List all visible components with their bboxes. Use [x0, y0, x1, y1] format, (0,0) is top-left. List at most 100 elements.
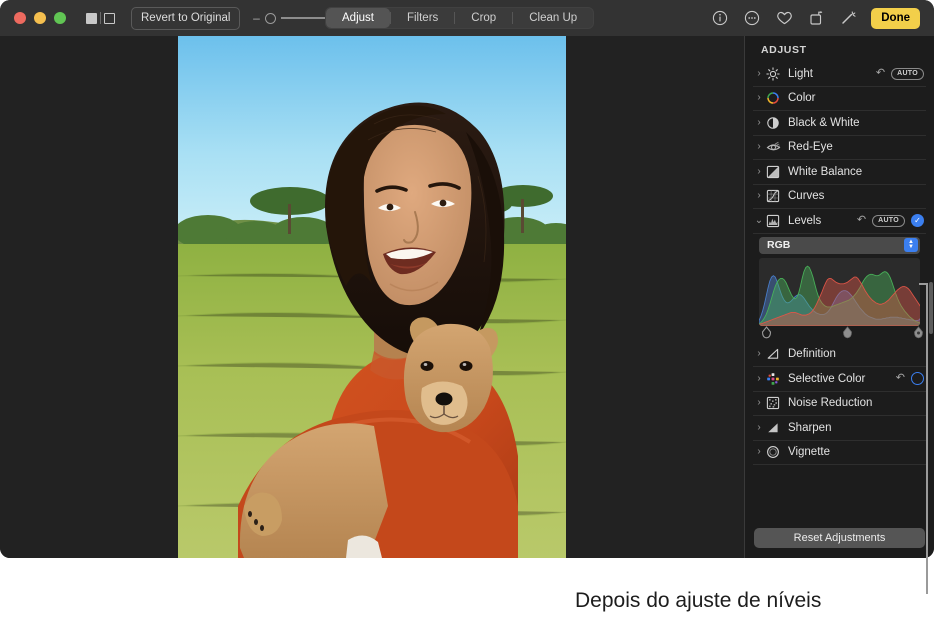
chevron-right-icon[interactable]: ›: [753, 167, 765, 177]
tab-crop-label: Crop: [471, 12, 496, 24]
sidebar-item-vignette[interactable]: › Vignette: [753, 441, 926, 466]
window-controls: [14, 12, 66, 24]
zoom-out-icon[interactable]: –: [252, 12, 260, 24]
chevron-down-icon[interactable]: ⌄: [753, 216, 765, 226]
zoom-slider-knob[interactable]: [265, 13, 276, 24]
tab-crop[interactable]: Crop: [455, 8, 512, 28]
adjust-sidebar: ADJUST › Light ↶ AUTO ›: [744, 36, 934, 558]
red-eye-icon: [765, 139, 781, 155]
sidebar-item-label: Color: [788, 92, 926, 104]
auto-badge[interactable]: AUTO: [891, 68, 924, 80]
sidebar-item-curves[interactable]: › Curves: [753, 185, 926, 210]
info-icon[interactable]: [711, 9, 729, 27]
tab-adjust-label: Adjust: [342, 12, 374, 24]
levels-slider-track[interactable]: [759, 326, 920, 340]
sidebar-item-sharpen[interactable]: › Sharpen: [753, 416, 926, 441]
light-icon: [765, 66, 781, 82]
levels-channel-value: RGB: [767, 239, 790, 251]
tab-clean-up-label: Clean Up: [529, 12, 577, 24]
sharpen-icon: [765, 420, 781, 436]
chevron-right-icon[interactable]: ›: [753, 349, 765, 359]
tab-filters[interactable]: Filters: [391, 8, 454, 28]
sidebar-item-label: Definition: [788, 348, 926, 360]
done-button-label: Done: [881, 12, 910, 24]
check-icon: ✓: [914, 217, 921, 225]
sidebar-item-label: White Balance: [788, 166, 926, 178]
sidebar-item-white-balance[interactable]: › White Balance: [753, 160, 926, 185]
maximize-window-button[interactable]: [54, 12, 66, 24]
photo-illustration: [178, 36, 566, 558]
close-window-button[interactable]: [14, 12, 26, 24]
sidebar-item-selective-color[interactable]: › Selective Color: [753, 367, 926, 392]
curves-icon: [765, 188, 781, 204]
sidebar-item-label: Noise Reduction: [788, 397, 926, 409]
row-controls: ↶: [896, 372, 926, 385]
enhance-wand-icon[interactable]: [839, 9, 857, 27]
done-button[interactable]: Done: [871, 8, 920, 29]
reset-adjustments-label: Reset Adjustments: [794, 532, 886, 544]
levels-enabled-checkbox[interactable]: ✓: [911, 214, 924, 227]
sidebar-item-light[interactable]: › Light ↶ AUTO: [753, 62, 926, 87]
chevron-right-icon[interactable]: ›: [753, 423, 765, 433]
chevron-right-icon[interactable]: ›: [753, 118, 765, 128]
sidebar-item-noise-reduction[interactable]: › Noise Reduction: [753, 392, 926, 417]
view-mode-toggle[interactable]: [86, 12, 115, 24]
photo-canvas: [0, 36, 744, 558]
undo-icon[interactable]: ↶: [896, 373, 905, 384]
chevron-right-icon[interactable]: ›: [753, 374, 765, 384]
chevron-right-icon[interactable]: ›: [753, 398, 765, 408]
undo-icon[interactable]: ↶: [857, 215, 866, 226]
reset-adjustments-button[interactable]: Reset Adjustments: [754, 528, 925, 548]
undo-icon[interactable]: ↶: [876, 68, 885, 79]
edited-photo[interactable]: [178, 36, 566, 558]
sidebar-item-label: Light: [788, 68, 876, 80]
chevron-right-icon[interactable]: ›: [753, 191, 765, 201]
sidebar-item-label: Selective Color: [788, 373, 896, 385]
rotate-icon[interactable]: [807, 9, 825, 27]
sidebar-item-label: Levels: [788, 215, 857, 227]
more-options-icon[interactable]: [743, 9, 761, 27]
photos-editor-window: Revert to Original – + Adjust Filters Cr…: [0, 0, 934, 558]
sidebar-item-label: Sharpen: [788, 422, 926, 434]
chevron-updown-icon[interactable]: ▲▼: [904, 238, 918, 252]
definition-icon: [765, 346, 781, 362]
sidebar-hide-icon: [86, 13, 97, 24]
revert-to-original-button[interactable]: Revert to Original: [131, 7, 240, 30]
sidebar-item-label: Curves: [788, 190, 926, 202]
minimize-window-button[interactable]: [34, 12, 46, 24]
sidebar-item-definition[interactable]: › Definition: [753, 343, 926, 368]
sidebar-item-label: Vignette: [788, 446, 926, 458]
sidebar-item-color[interactable]: › Color: [753, 87, 926, 112]
sidebar-item-red-eye[interactable]: › Red-Eye: [753, 136, 926, 161]
divider: [100, 12, 101, 24]
noise-reduction-icon: [765, 395, 781, 411]
tab-filters-label: Filters: [407, 12, 438, 24]
chevron-right-icon[interactable]: ›: [753, 93, 765, 103]
row-controls: ↶ AUTO ✓: [857, 214, 926, 227]
chevron-right-icon[interactable]: ›: [753, 69, 765, 79]
favorite-heart-icon[interactable]: [775, 9, 793, 27]
sidebar-scrollbar[interactable]: [929, 282, 933, 334]
black-point-handle[interactable]: [761, 326, 772, 339]
sidebar-item-levels[interactable]: ⌄ Levels ↶ AUTO ✓: [753, 209, 926, 234]
sidebar-item-black-and-white[interactable]: › Black & White: [753, 111, 926, 136]
chevron-right-icon[interactable]: ›: [753, 447, 765, 457]
figure-caption: Depois do ajuste de níveis: [575, 589, 821, 613]
histogram-plot: [759, 258, 920, 326]
levels-panel: RGB ▲▼: [753, 237, 926, 340]
chevron-right-icon[interactable]: ›: [753, 142, 765, 152]
revert-to-original-label: Revert to Original: [141, 12, 230, 24]
selective-color-checkbox[interactable]: [911, 372, 924, 385]
screenshot-root: Revert to Original – + Adjust Filters Cr…: [0, 0, 934, 625]
levels-histogram[interactable]: [759, 258, 920, 326]
auto-badge[interactable]: AUTO: [872, 215, 905, 227]
levels-channel-select[interactable]: RGB ▲▼: [759, 237, 920, 254]
tab-clean-up[interactable]: Clean Up: [513, 8, 593, 28]
sidebar-show-icon: [104, 13, 115, 24]
selective-color-icon: [765, 371, 781, 387]
tab-adjust[interactable]: Adjust: [326, 8, 390, 28]
white-point-handle[interactable]: [913, 326, 924, 339]
edit-mode-segmented-control[interactable]: Adjust Filters Crop Clean Up: [325, 7, 594, 29]
sidebar-title: ADJUST: [761, 44, 807, 56]
midpoint-handle[interactable]: [842, 326, 853, 339]
